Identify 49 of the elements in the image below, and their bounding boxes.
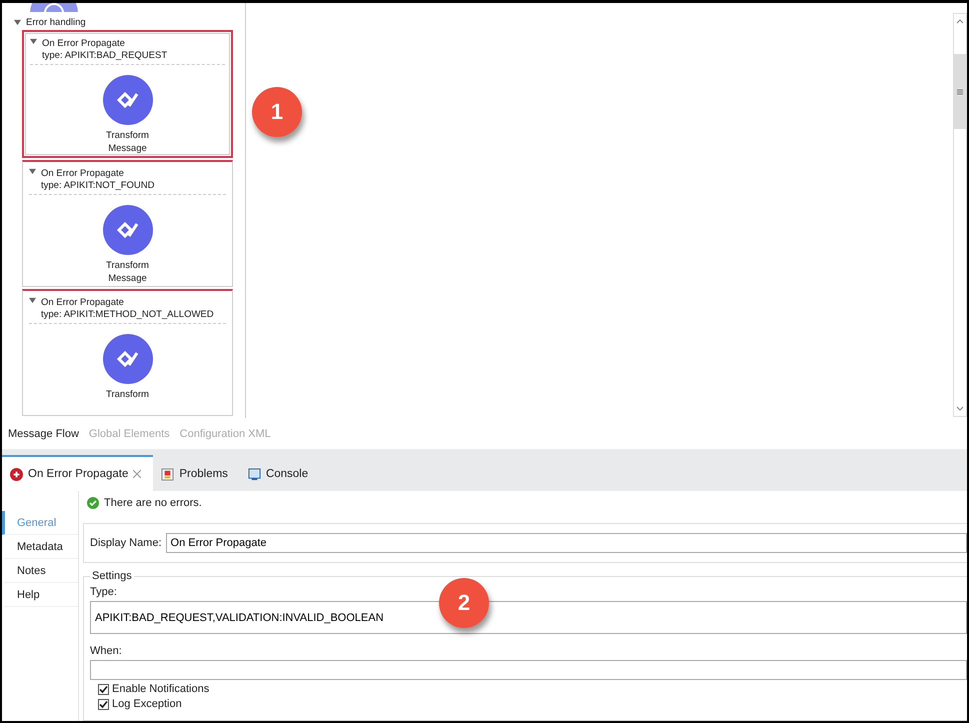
view-tab[interactable]: On Error Propagate: [2, 455, 154, 491]
group-legend: Settings: [90, 570, 134, 582]
when-field[interactable]: [90, 660, 967, 680]
properties-nav-item[interactable]: Help: [2, 583, 78, 607]
editor-tab[interactable]: Message Flow: [8, 428, 79, 440]
expand-triangle-icon[interactable]: [29, 168, 36, 175]
callout-badge: 2: [439, 578, 489, 628]
problems-icon: [161, 468, 174, 480]
handler-type: type: APIKIT:BAD_REQUEST: [42, 50, 168, 62]
scroll-up-icon[interactable]: [956, 18, 964, 24]
section-label: Error handling: [26, 17, 86, 28]
checkbox[interactable]: [98, 698, 109, 710]
scroll-thumb[interactable]: [954, 54, 966, 129]
node-label: Transform Message: [106, 129, 149, 155]
transform-node-icon[interactable]: [102, 334, 152, 384]
expand-triangle-icon[interactable]: [30, 38, 37, 45]
error-handler-icon: [10, 468, 23, 480]
console-icon: [248, 468, 261, 480]
handler-title: On Error Propagate: [41, 168, 125, 180]
handler-title: On Error Propagate: [41, 297, 125, 309]
expand-triangle-icon[interactable]: [29, 297, 36, 304]
handler-title: On Error Propagate: [42, 38, 126, 50]
display-name-field[interactable]: On Error Propagate: [166, 533, 967, 553]
field-label: When:: [90, 645, 123, 657]
error-handler-scope[interactable]: On Error Propagate type: APIKIT:METHOD_NOT_ALLOWED Transform: [22, 289, 233, 416]
close-icon[interactable]: [133, 470, 142, 478]
success-check-icon: [87, 497, 99, 509]
error-handler-scope[interactable]: On Error Propagate type: APIKIT:NOT_FOUND Transform Message: [22, 160, 233, 287]
view-tab[interactable]: Console: [240, 455, 320, 491]
expand-triangle-icon[interactable]: [14, 19, 21, 26]
properties-nav-item[interactable]: Metadata: [2, 535, 78, 559]
checkbox-row[interactable]: Log Exception: [98, 698, 967, 710]
field-label: Display Name:: [90, 537, 162, 549]
node-label: Transform: [106, 388, 149, 401]
view-tab[interactable]: Problems: [153, 455, 240, 491]
callout-badge: 1: [252, 87, 302, 137]
properties-nav-item[interactable]: Notes: [2, 559, 78, 583]
handler-type: type: APIKIT:METHOD_NOT_ALLOWED: [41, 309, 214, 321]
status-message: There are no errors.: [104, 497, 202, 509]
field-label: Type:: [90, 586, 118, 598]
transform-node-icon[interactable]: [102, 205, 152, 255]
handler-type: type: APIKIT:NOT_FOUND: [41, 180, 154, 192]
scroll-down-icon[interactable]: [956, 406, 964, 412]
node-label: Transform Message: [106, 259, 149, 285]
error-handler-scope[interactable]: On Error Propagate type: APIKIT:BAD_REQUEST Transform Message: [22, 30, 233, 158]
checkbox-row[interactable]: Enable Notifications: [98, 683, 967, 695]
scrollbar[interactable]: [953, 13, 967, 417]
transform-node-icon[interactable]: [102, 75, 152, 125]
checkbox[interactable]: [98, 684, 109, 694]
